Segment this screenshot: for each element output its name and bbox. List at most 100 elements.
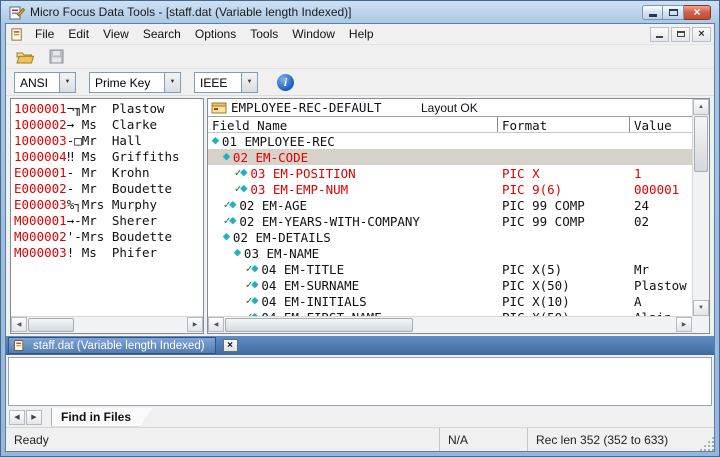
scroll-up-button[interactable]: ▲ [693,99,709,115]
field-name-cell: ✓◆ 02 EM-AGE [208,198,498,213]
record-row[interactable]: M000001→-Mr Sherer [14,213,203,229]
layout-content: EMPLOYEE-REC-DEFAULT Layout OK Field Nam… [208,99,692,333]
record-key: E000002 [14,181,67,196]
scroll-right-button[interactable]: ▶ [187,317,203,332]
restore-button[interactable] [663,5,684,20]
document-tab-bar: staff.dat (Variable length Indexed) × [6,336,714,355]
record-row[interactable]: E000002- Mr Boudette [14,181,203,197]
field-value[interactable]: 1 [630,166,692,181]
layout-row[interactable]: ✓◆ 04 EM-INITIALS PIC X(10) A [208,293,692,309]
field-type-icon: ✓◆ [212,136,219,146]
charset-select[interactable]: ANSI ▼ [14,72,76,93]
document-tab[interactable]: staff.dat (Variable length Indexed) [8,337,216,354]
diamond-icon: ◆ [251,296,258,306]
record-row[interactable]: 1000003-□Mr Hall [14,133,203,149]
record-key: M000003 [14,245,67,260]
mdi-close-button[interactable]: × [692,27,711,42]
open-file-button[interactable] [14,47,36,67]
key-value: Prime Key [90,73,164,92]
menu-help[interactable]: Help [342,25,381,43]
field-type-icon: ✓◆ [223,152,230,162]
scrollbar-thumb[interactable] [28,318,74,332]
tab-close-button[interactable]: × [223,339,238,352]
scroll-left-button[interactable]: ◀ [11,317,27,332]
record-row[interactable]: 1000002→ Ms Clarke [14,117,203,133]
record-raw-bytes: - [67,181,82,196]
scrollbar-thumb[interactable] [225,318,413,332]
layout-row[interactable]: ✓◆ 04 EM-SURNAME PIC X(50) Plastow [208,277,692,293]
resize-grip[interactable] [699,436,714,451]
restore-icon [669,9,678,16]
layout-row[interactable]: ✓◆ 02 EM-AGE PIC 99 COMP 24 [208,197,692,213]
menu-edit[interactable]: Edit [61,25,96,43]
layout-row[interactable]: ✓◆ 01 EMPLOYEE-REC [208,133,692,149]
scrollbar-corner [692,316,709,333]
save-button[interactable] [45,47,67,67]
layout-row[interactable]: ✓◆ 04 EM-TITLE PIC X(5) Mr [208,261,692,277]
layout-row[interactable]: ✓◆ 02 EM-CODE [208,149,692,165]
column-header-field-name: Field Name [208,117,498,132]
scroll-left-button[interactable]: ◀ [208,317,224,332]
client-area: File Edit View Search Options Tools Wind… [5,23,715,452]
field-name-cell: ✓◆ 02 EM-CODE [208,150,498,165]
mdi-minimize-button[interactable] [650,27,669,42]
field-value[interactable]: 000001 [630,182,692,197]
info-button[interactable]: i [277,74,294,91]
record-row[interactable]: E000003%┐Mrs Murphy [14,197,203,213]
layout-row[interactable]: ✓◆ 03 EM-EMP-NUM PIC 9(6) 000001 [208,181,692,197]
menu-search[interactable]: Search [136,25,188,43]
app-icon [9,4,25,20]
field-value[interactable]: A [630,294,692,309]
key-select[interactable]: Prime Key ▼ [89,72,181,93]
diamond-icon: ◆ [251,280,258,290]
record-key: M000002 [14,229,67,244]
record-raw-bytes: ! [67,245,82,260]
layout-vertical-scrollbar: ▲ ▼ [692,99,709,316]
record-key: E000003 [14,197,67,212]
record-raw-bytes: %┐ [67,197,82,212]
menu-file[interactable]: File [28,25,61,43]
menu-window[interactable]: Window [285,25,342,43]
window-controls: × [642,5,711,20]
menu-tools[interactable]: Tools [243,25,285,43]
layout-row[interactable]: ✓◆ 03 EM-NAME [208,245,692,261]
minimize-icon [656,36,663,38]
tab-scroll-right-button[interactable]: ▶ [26,410,42,425]
field-value[interactable]: 24 [630,198,692,213]
mdi-restore-button[interactable] [671,27,690,42]
record-text: Ms Griffiths [82,149,180,164]
tab-scroll-left-button[interactable]: ◀ [9,410,25,425]
menu-view[interactable]: View [96,25,136,43]
record-row[interactable]: M000002'-Mrs Boudette [14,229,203,245]
float-format-select[interactable]: IEEE ▼ [194,72,258,93]
layout-row[interactable]: ✓◆ 02 EM-DETAILS [208,229,692,245]
scroll-down-button[interactable]: ▼ [693,300,709,316]
close-button[interactable]: × [684,5,711,20]
record-row[interactable]: 1000001¬╖Mr Plastow [14,101,203,117]
field-value[interactable]: 02 [630,214,692,229]
layout-row[interactable]: ✓◆ 03 EM-POSITION PIC X 1 [208,165,692,181]
chevron-down-icon: ▼ [59,73,75,92]
tab-find-in-files[interactable]: Find in Files [51,408,153,427]
record-text: Mr Plastow [82,101,165,116]
field-name-cell: ✓◆ 04 EM-TITLE [208,262,498,277]
record-row[interactable]: 1000004‼ Ms Griffiths [14,149,203,165]
menu-options[interactable]: Options [188,25,243,43]
field-value[interactable]: Plastow [630,278,692,293]
field-format: PIC X(50) [498,278,630,293]
record-row[interactable]: M000003! Ms Phifer [14,245,203,261]
minimize-button[interactable] [642,5,663,20]
diamond-icon: ◆ [229,216,236,226]
scroll-right-button[interactable]: ▶ [676,317,692,332]
records-horizontal-scrollbar: ◀ ▶ [11,316,203,333]
field-value[interactable]: Mr [630,262,692,277]
record-row[interactable]: E000001- Mr Krohn [14,165,203,181]
scrollbar-thumb[interactable] [694,116,708,172]
minimize-icon [649,14,657,17]
layout-row[interactable]: ✓◆ 04 EM-FIRST-NAME PIC X(50) Alain [208,309,692,316]
toolbar-options: ANSI ▼ Prime Key ▼ IEEE ▼ i [6,69,714,96]
record-list: 1000001¬╖Mr Plastow 1000002→ Ms Clarke 1… [11,99,203,316]
status-record-length: Rec len 352 (352 to 633) [527,428,699,451]
menu-bar: File Edit View Search Options Tools Wind… [6,24,714,45]
layout-row[interactable]: ✓◆ 02 EM-YEARS-WITH-COMPANY PIC 99 COMP … [208,213,692,229]
